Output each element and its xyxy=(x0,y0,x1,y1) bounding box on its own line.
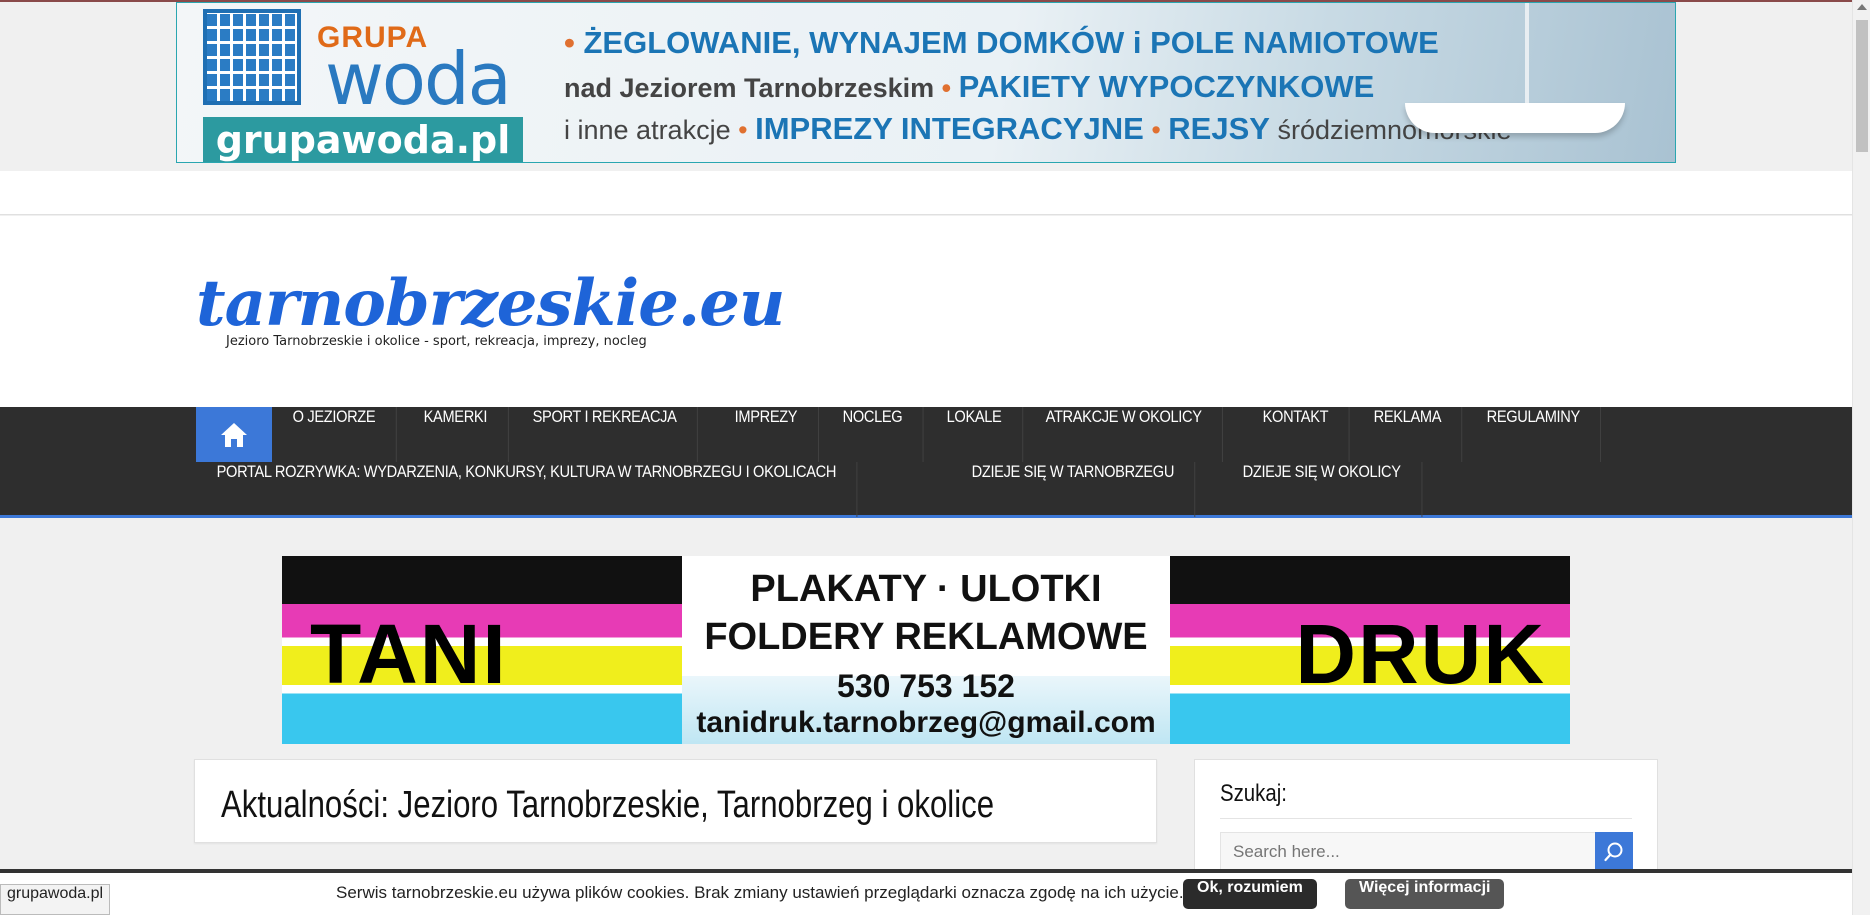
banner-text: REJSY xyxy=(1168,111,1270,146)
site-header: tarnobrzeskie.eu Jezioro Tarnobrzeskie i… xyxy=(0,216,1852,407)
nav-item-portal-rozrywka[interactable]: PORTAL ROZRYWKA: WYDARZENIA, KONKURSY, K… xyxy=(196,462,858,517)
nav-item-reklama[interactable]: REKLAMA xyxy=(1353,407,1463,462)
search-input[interactable] xyxy=(1220,832,1596,872)
ad-right-text: DRUK xyxy=(1295,607,1546,701)
site-logo[interactable]: tarnobrzeskie.eu xyxy=(196,266,785,341)
nav-item-kamerki[interactable]: KAMERKI xyxy=(403,407,509,462)
scroll-up-arrow-icon[interactable] xyxy=(1857,4,1867,10)
page-title: Aktualności: Jezioro Tarnobrzeskie, Tarn… xyxy=(221,784,995,826)
banner-line-1: • ŻEGLOWANIE, WYNAJEM DOMKÓW i POLE NAMI… xyxy=(564,25,1439,61)
nav-item-nocleg[interactable]: NOCLEG xyxy=(822,407,924,462)
bullet: • xyxy=(1151,115,1161,145)
banner-text: IMPREZY INTEGRACYJNE xyxy=(755,111,1144,146)
cookie-more-info-button[interactable]: Więcej informacji xyxy=(1345,879,1505,909)
banner-text: nad Jeziorem Tarnobrzeskim xyxy=(564,73,935,103)
main-title-box: Aktualności: Jezioro Tarnobrzeskie, Tarn… xyxy=(194,759,1157,843)
ad-email: tanidruk.tarnobrzeg@gmail.com xyxy=(696,706,1156,739)
ad-line-1: PLAKATY · ULOTKI xyxy=(750,568,1102,610)
home-icon xyxy=(221,422,247,447)
nav-item-atrakcje[interactable]: ATRAKCJE W OKOLICY xyxy=(1025,407,1224,462)
search-icon xyxy=(1604,842,1623,862)
banner-logo-woda: woda xyxy=(325,37,512,121)
tani-druk-banner[interactable]: TANI DRUK PLAKATY · ULOTKI FOLDERY REKLA… xyxy=(282,556,1570,744)
ad-line-2: FOLDERY REKLAMOWE xyxy=(704,616,1148,658)
grupawoda-banner[interactable]: GRUPA woda grupawoda.pl • ŻEGLOWANIE, WY… xyxy=(176,2,1676,163)
page-scrollbar[interactable] xyxy=(1852,0,1870,915)
search-button[interactable] xyxy=(1595,832,1633,872)
scroll-thumb[interactable] xyxy=(1856,20,1868,152)
nav-item-dzieje-sie-tarnobrzeg[interactable]: DZIEJE SIĘ W TARNOBRZEGU xyxy=(951,462,1196,517)
banner-text: i inne atrakcje xyxy=(564,115,731,145)
banner-line-3: i inne atrakcje • IMPREZY INTEGRACYJNE •… xyxy=(564,111,1512,147)
nav-item-kontakt[interactable]: KONTAKT xyxy=(1242,407,1350,462)
cookie-bar: Serwis tarnobrzeskie.eu używa plików coo… xyxy=(0,869,1852,915)
bullet: • xyxy=(941,73,952,103)
ad-left-text: TANI xyxy=(310,607,508,701)
search-widget-title: Szukaj: xyxy=(1220,780,1287,807)
sailboat-image xyxy=(1385,3,1645,162)
nav-item-sport[interactable]: SPORT I REKREACJA xyxy=(512,407,698,462)
bullet: • xyxy=(564,25,575,60)
nav-row-1: O JEZIORZE KAMERKI SPORT I REKREACJA IMP… xyxy=(196,407,1610,462)
cookie-text: Serwis tarnobrzeskie.eu używa plików coo… xyxy=(336,883,1184,902)
nav-row-2: PORTAL ROZRYWKA: WYDARZENIA, KONKURSY, K… xyxy=(196,462,1440,517)
main-navigation: O JEZIORZE KAMERKI SPORT I REKREACJA IMP… xyxy=(0,407,1852,518)
white-strip xyxy=(0,171,1852,215)
grupawoda-logo-icon xyxy=(203,9,301,105)
cookie-accept-button[interactable]: Ok, rozumiem xyxy=(1183,879,1317,909)
nav-home[interactable] xyxy=(196,407,272,462)
site-tagline: Jezioro Tarnobrzeskie i okolice - sport,… xyxy=(226,334,647,349)
ad-phone: 530 753 152 xyxy=(837,668,1015,704)
banner-url: grupawoda.pl xyxy=(203,117,523,162)
nav-item-o-jeziorze[interactable]: O JEZIORZE xyxy=(272,407,397,462)
nav-item-regulaminy[interactable]: REGULAMINY xyxy=(1466,407,1602,462)
divider xyxy=(1220,818,1632,819)
nav-item-imprezy[interactable]: IMPREZY xyxy=(714,407,819,462)
bullet: • xyxy=(738,115,748,145)
banner-line-2: nad Jeziorem Tarnobrzeskim • PAKIETY WYP… xyxy=(564,69,1374,105)
banner-text: ŻEGLOWANIE, WYNAJEM DOMKÓW i POLE NAMIOT… xyxy=(583,25,1439,60)
browser-status-url: grupawoda.pl xyxy=(0,884,111,915)
nav-item-lokale[interactable]: LOKALE xyxy=(926,407,1024,462)
banner-text: PAKIETY WYPOCZYNKOWE xyxy=(958,69,1375,104)
nav-item-dzieje-sie-okolica[interactable]: DZIEJE SIĘ W OKOLICY xyxy=(1222,462,1422,517)
